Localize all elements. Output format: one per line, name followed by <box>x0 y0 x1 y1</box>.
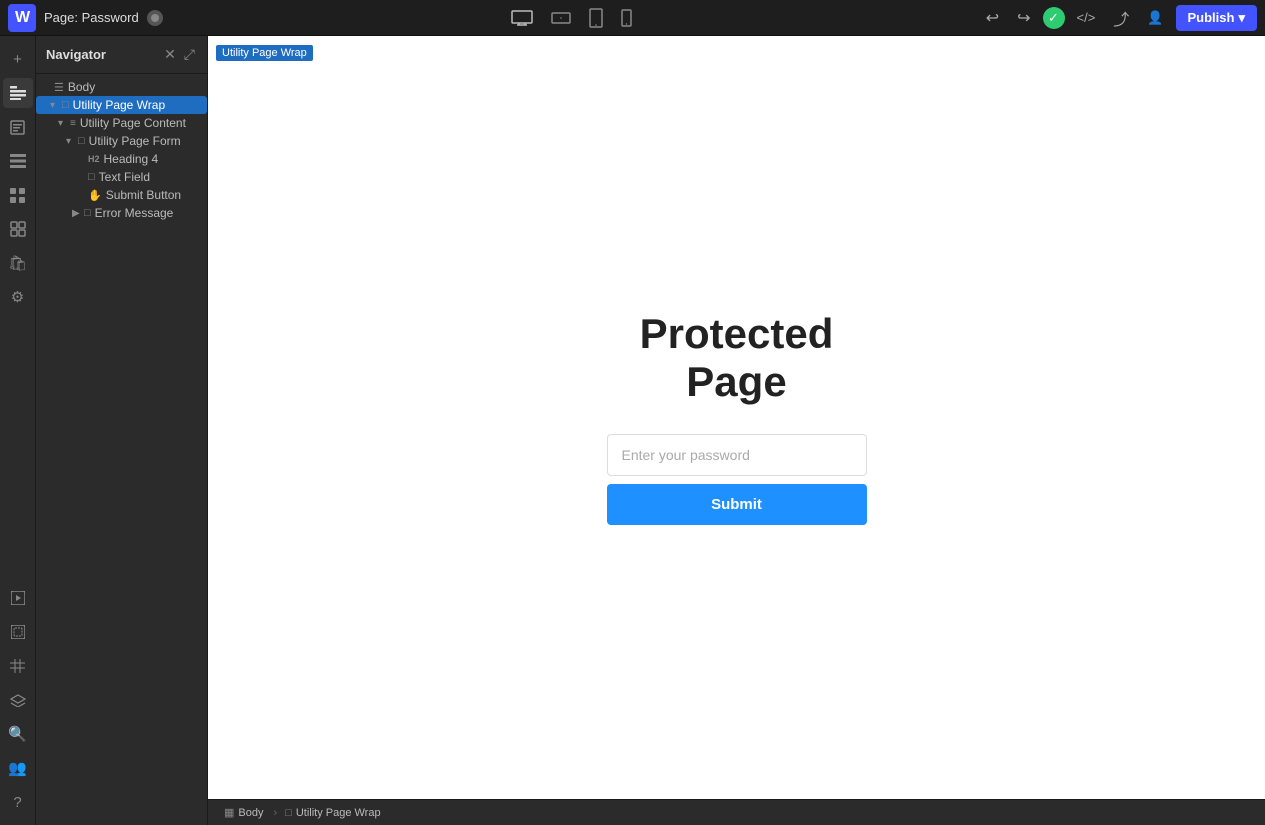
mobile-device-btn[interactable] <box>615 5 638 31</box>
topbar: W Page: Password ↩ ↪ ✓ </> ⤴ 👤 Publish <box>0 0 1265 36</box>
settings-btn[interactable]: ⚙ <box>3 282 33 312</box>
main-layout: + 🛍 ⚙ 🔍 👥 ? <box>0 36 1265 825</box>
layers-btn[interactable] <box>3 146 33 176</box>
bottom-breadcrumb: ▦ Body › □ Utility Page Wrap <box>208 799 1265 825</box>
share-btn[interactable]: ⤴ <box>1107 2 1135 34</box>
selection-tool-btn[interactable] <box>3 617 33 647</box>
submit-button[interactable]: Submit <box>607 484 867 525</box>
tree-item-body[interactable]: ☰ Body <box>36 78 207 96</box>
page-heading: ProtectedPage <box>640 310 834 407</box>
ecommerce-btn[interactable]: 🛍 <box>3 248 33 278</box>
pages-btn[interactable] <box>3 112 33 142</box>
assets-btn[interactable] <box>3 180 33 210</box>
tree-item-utility-page-form[interactable]: ▾ □ Utility Page Form <box>36 132 207 150</box>
save-status-icon: ✓ <box>1043 7 1065 29</box>
redo-btn[interactable]: ↪ <box>1011 4 1036 32</box>
users-btn[interactable]: 👥 <box>3 753 33 783</box>
navigator-panel: Navigator ✕ ⤢ ☰ Body ▾ □ Utility Page Wr… <box>36 36 208 825</box>
canvas-page: ProtectedPage Submit <box>208 36 1265 799</box>
page-status-indicator <box>147 10 163 26</box>
user-icon-btn[interactable]: 👤 <box>1141 6 1169 30</box>
tree-item-utility-page-content[interactable]: ▾ ≡ Utility Page Content <box>36 114 207 132</box>
password-input[interactable] <box>607 434 867 476</box>
icon-sidebar: + 🛍 ⚙ 🔍 👥 ? <box>0 36 36 825</box>
code-editor-btn[interactable]: </> <box>1071 6 1102 29</box>
grid-btn[interactable] <box>3 651 33 681</box>
tree-item-submit-button[interactable]: ✋ Submit Button <box>36 186 207 204</box>
page-label: Page: Password <box>44 10 139 25</box>
publish-button[interactable]: Publish ▾ <box>1176 5 1257 31</box>
navigator-tree: ☰ Body ▾ □ Utility Page Wrap ▾ ≡ Utility… <box>36 74 207 825</box>
tree-item-utility-page-wrap[interactable]: ▾ □ Utility Page Wrap <box>36 96 207 114</box>
canvas-selection-label: Utility Page Wrap <box>216 45 313 61</box>
layers2-btn[interactable] <box>3 685 33 715</box>
webflow-logo[interactable]: W <box>8 4 36 32</box>
topbar-left: W Page: Password <box>8 4 163 32</box>
navigator-title: Navigator <box>46 47 106 62</box>
tablet-portrait-device-btn[interactable] <box>583 4 609 32</box>
search-btn[interactable]: 🔍 <box>3 719 33 749</box>
topbar-right: ↩ ↪ ✓ </> ⤴ 👤 Publish ▾ <box>980 2 1257 34</box>
tree-item-text-field[interactable]: □ Text Field <box>36 168 207 186</box>
breadcrumb-body[interactable]: ▦ Body <box>218 804 271 821</box>
utility-breadcrumb-icon: □ <box>285 807 292 819</box>
preview-btn[interactable] <box>3 583 33 613</box>
navigator-header: Navigator ✕ ⤢ <box>36 36 207 74</box>
add-elements-btn[interactable]: + <box>3 44 33 74</box>
desktop-device-btn[interactable] <box>505 6 539 30</box>
navigator-btn[interactable] <box>3 78 33 108</box>
tree-item-error-message[interactable]: ▶ □ Error Message <box>36 204 207 222</box>
body-breadcrumb-icon: ▦ <box>224 806 234 819</box>
tree-item-heading[interactable]: H2 Heading 4 <box>36 150 207 168</box>
device-switcher <box>505 4 638 32</box>
components-btn[interactable] <box>3 214 33 244</box>
navigator-expand-btn[interactable]: ⤢ <box>182 44 197 65</box>
undo-btn[interactable]: ↩ <box>980 4 1005 32</box>
breadcrumb-utility-page-wrap[interactable]: □ Utility Page Wrap <box>279 805 388 821</box>
canvas-area: Utility Page Wrap ProtectedPage Submit ▦… <box>208 36 1265 825</box>
help-btn[interactable]: ? <box>3 787 33 817</box>
navigator-close-btn[interactable]: ✕ <box>162 44 178 65</box>
tablet-landscape-device-btn[interactable] <box>545 6 577 30</box>
